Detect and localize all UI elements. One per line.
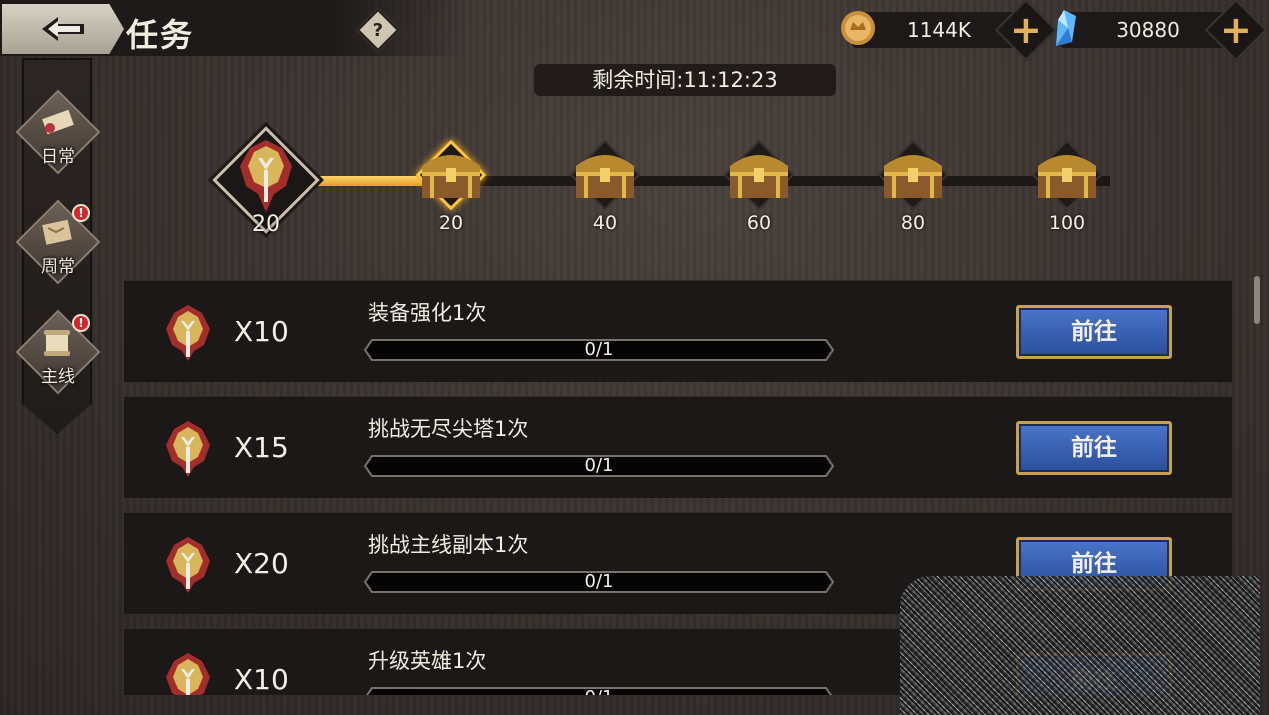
gem-icon [1056,10,1076,46]
gold-coin-icon [841,11,875,45]
obscured-region [900,576,1260,715]
task-row: X15 挑战无尽尖塔1次 0/1 前往 [124,396,1232,498]
task-progress-bar: 0/1 [364,455,834,477]
milestone-chest[interactable]: 100 [1022,132,1112,236]
chest-points: 60 [746,212,772,234]
remaining-time: 剩余时间:11:12:23 [534,64,836,96]
task-emblem-icon [166,421,210,477]
go-button[interactable]: 前往 [1016,421,1172,475]
milestone-chest[interactable]: 20 [406,132,496,236]
treasure-chest-icon [884,155,942,198]
task-row: X10 装备强化1次 0/1 前往 [124,280,1232,382]
treasure-chest-icon [1038,155,1096,198]
plus-icon: + [1010,7,1042,52]
tab-label: 主线 [41,367,75,387]
question-icon: ? [372,19,384,41]
chest-points: 20 [438,212,464,234]
task-list-scrollbar[interactable] [1254,276,1260,324]
task-progress-bar: 0/1 [364,339,834,361]
chest-points: 80 [900,212,926,234]
back-button[interactable] [2,4,124,54]
tab-label: 日常 [41,147,75,167]
tab-label: 周常 [41,257,75,277]
task-reward: X20 [234,547,289,580]
task-description: 装备强化1次 [368,301,487,325]
task-description: 升级英雄1次 [368,649,487,673]
milestone-chest[interactable]: 60 [714,132,804,236]
plus-icon: + [1220,7,1252,52]
go-button[interactable]: 前往 [1016,305,1172,359]
page-title: 任务 [126,16,195,54]
task-progress-text: 0/1 [584,455,614,476]
task-description: 挑战主线副本1次 [368,533,529,557]
task-reward: X10 [234,315,289,348]
task-progress-bar: 0/1 [364,687,834,695]
task-emblem-icon [166,537,210,593]
milestone-chest[interactable]: 80 [868,132,958,236]
chest-points: 100 [1048,212,1086,234]
task-progress-text: 0/1 [584,339,614,360]
task-progress-text: 0/1 [364,687,834,695]
task-description: 挑战无尽尖塔1次 [368,417,529,441]
task-progress-text: 0/1 [584,571,614,592]
treasure-chest-icon [422,155,480,198]
gold-amount: 1144K [906,18,971,42]
task-reward: X15 [234,431,289,464]
task-reward: X10 [234,663,289,695]
current-points: 20 [252,212,280,237]
chest-points: 40 [592,212,618,234]
gem-amount: 30880 [1116,18,1180,42]
activity-points: 20 [212,126,320,237]
back-arrow-icon [42,17,84,41]
scroll-icon [44,330,70,356]
gem-currency: 30880 + [1056,0,1268,62]
tab-daily[interactable]: 日常 [15,89,101,175]
task-progress-bar: 0/1 [364,571,834,593]
alert-badge: ! [72,204,90,222]
task-emblem-icon [166,653,210,695]
tab-weekly[interactable]: 周常 ! [15,199,101,285]
treasure-chest-icon [730,155,788,198]
tab-main[interactable]: 主线 ! [15,309,101,395]
milestone-chest[interactable]: 40 [560,132,650,236]
task-emblem-icon [240,140,292,212]
alert-badge: ! [72,314,90,332]
treasure-chest-icon [576,155,634,198]
gold-currency: 1144K + [841,0,1058,62]
map-icon [42,219,72,245]
scroll-icon [42,109,74,135]
task-emblem-icon [166,305,210,361]
